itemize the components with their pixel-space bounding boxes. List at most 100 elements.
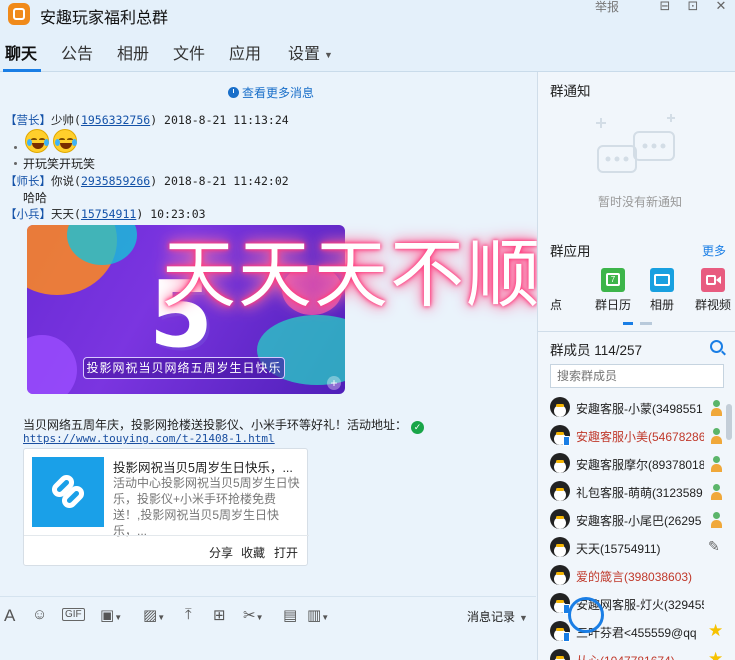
link-card-description: 活动中心投影网祝当贝5周岁生日快乐，投影仪+小米手环抢楼免费送！,投影网祝当贝5… — [113, 476, 300, 538]
app-item-video[interactable]: 群视频 — [688, 268, 735, 313]
font-icon[interactable]: A — [4, 606, 15, 626]
promo-message-body: 当贝网络五周年庆，投影网抢楼送投影仪、小米手环等好礼！活动地址： — [23, 418, 408, 432]
avatar — [550, 565, 570, 585]
more-tools-icon[interactable]: ▥▼ — [307, 606, 329, 624]
image-icon[interactable]: ▨▼ — [143, 606, 165, 624]
admin-person-icon — [708, 399, 726, 417]
admin-person-icon — [708, 427, 726, 445]
member-row[interactable]: 从心(1047781674) ★ — [550, 646, 730, 660]
photo-icon — [650, 268, 674, 292]
apps-page-indicator[interactable] — [640, 322, 652, 325]
tab-chat[interactable]: 聊天 — [5, 40, 37, 64]
member-role: 【师长】 — [5, 174, 51, 188]
sender-name[interactable]: 天天 — [51, 207, 74, 221]
admin-person-icon — [708, 455, 726, 473]
right-sidebar: 群通知 暂时没有新通知 群应用 更多 点 7 群日历 相册 群视频 群成员 114… — [537, 72, 735, 660]
app-item-label: 点 — [549, 298, 562, 312]
mobile-online-icon — [563, 436, 570, 446]
gift-box-icon[interactable]: ▣▼ — [100, 606, 122, 624]
minimize-icon[interactable]: ⊟ — [654, 0, 676, 14]
edit-icon[interactable]: ✎ — [708, 538, 726, 557]
star-icon: ★ — [708, 621, 724, 640]
tab-settings[interactable]: 设置 ▼ — [288, 40, 333, 64]
maximize-icon[interactable]: ⊡ — [682, 0, 704, 14]
link-preview-card[interactable]: 投影网祝当贝5周岁生日快乐，... 活动中心投影网祝当贝5周岁生日快乐，投影仪+… — [23, 448, 309, 566]
chevron-down-icon: ▼ — [324, 49, 333, 60]
member-search-input[interactable] — [550, 364, 724, 388]
message-history-label: 消息记录 — [467, 610, 516, 624]
sender-name[interactable]: 你说 — [51, 174, 74, 188]
admin-person-icon — [708, 511, 726, 529]
sender-qq-link[interactable]: 1956332756 — [81, 113, 150, 127]
tab-files[interactable]: 文件 — [173, 40, 205, 64]
apps-more-link[interactable]: 更多 — [702, 242, 726, 259]
tab-apps[interactable]: 应用 — [229, 40, 261, 64]
group-members-title: 群成员 114/257 — [550, 339, 642, 359]
message-history-button[interactable]: 消息记录 ▼ — [467, 608, 528, 625]
member-row[interactable]: 礼包客服-萌萌(3123589 — [550, 478, 730, 506]
avatar — [550, 537, 570, 557]
sender-name[interactable]: 少帅 — [51, 113, 74, 127]
banner-decoration — [27, 335, 77, 394]
favorite-button[interactable]: 收藏 — [241, 544, 265, 561]
group-apps-title: 群应用 — [550, 244, 591, 259]
member-row[interactable]: 爱的箴言(398038603) — [550, 562, 730, 590]
bullet-dot — [14, 162, 17, 165]
emoji-icon[interactable]: ☺ — [32, 606, 47, 623]
app-item-calendar[interactable]: 7 群日历 — [588, 268, 638, 313]
member-row[interactable]: 安趣客服-小尾巴(26295 — [550, 506, 730, 534]
open-button[interactable]: 打开 — [274, 544, 298, 561]
member-row[interactable]: 安趣客服摩尔(89378018 — [550, 450, 730, 478]
link-card-title: 投影网祝当贝5周岁生日快乐，... — [113, 461, 293, 475]
app-item-album[interactable]: 相册 — [637, 268, 687, 313]
message-header: 【师长】你说(2935859266) 2018-8-21 11:42:02 — [5, 174, 289, 188]
member-name: 从心(1047781674) — [576, 652, 704, 660]
view-more-messages-link[interactable]: 查看更多消息 — [228, 84, 314, 101]
member-role: 【营长】 — [5, 113, 51, 127]
qq-group-logo-icon — [8, 3, 30, 25]
divider — [538, 331, 735, 332]
upload-icon[interactable]: ⤒ — [185, 606, 192, 623]
window-title: 安趣玩家福利总群 — [40, 10, 169, 27]
calendar-icon: 7 — [601, 268, 625, 292]
tab-settings-label: 设置 — [288, 46, 321, 63]
sender-qq-link[interactable]: 2935859266 — [81, 174, 150, 188]
member-name: 安趣客服小美(54678286 — [576, 430, 704, 444]
sender-qq-link[interactable]: 15754911 — [81, 207, 136, 221]
message-text: 开玩笑开玩笑 — [23, 157, 96, 171]
app-item-label: 群视频 — [694, 298, 731, 312]
overlay-caption: 天天天不顺 — [162, 232, 542, 318]
app-item-partial[interactable]: 点 — [512, 268, 562, 313]
close-icon[interactable]: ✕ — [710, 0, 732, 14]
input-toolbar: A ☺ GIF ▣▼ ▨▼ ⤒ ⊞ ✂▼ ▤ ▥▼ 消息记录 ▼ — [0, 596, 536, 632]
tab-album[interactable]: 相册 — [117, 40, 149, 64]
tab-announcement[interactable]: 公告 — [61, 40, 93, 64]
member-row[interactable]: 天天(15754911) ✎ — [550, 534, 730, 562]
link-card-actions: 分享 收藏 打开 — [24, 535, 309, 566]
apps-page-indicator-active[interactable] — [623, 322, 633, 325]
scissors-icon[interactable]: ✂▼ — [243, 606, 264, 624]
mobile-online-icon — [563, 632, 570, 642]
report-link[interactable]: 举报 — [595, 0, 619, 15]
member-name: 爱的箴言(398038603) — [576, 570, 693, 584]
gif-icon[interactable]: GIF — [62, 608, 85, 621]
gift-icon[interactable]: ⊞ — [213, 606, 226, 624]
view-more-messages-label: 查看更多消息 — [242, 86, 315, 100]
member-role: 【小兵】 — [5, 207, 51, 221]
share-button[interactable]: 分享 — [209, 544, 233, 561]
zoom-icon[interactable]: + — [327, 376, 341, 390]
promo-url-link[interactable]: https://www.touying.com/t-21408-1.html — [23, 432, 275, 445]
avatar — [550, 453, 570, 473]
red-packet-icon[interactable]: ▤ — [283, 606, 297, 624]
avatar — [550, 649, 570, 660]
member-name: 安趣客服-小尾巴(26295 — [576, 514, 702, 528]
laugh-cry-emoji-icon — [25, 129, 49, 153]
title-bar: 安趣玩家福利总群 举报 ⊟ ⊡ ✕ — [0, 0, 735, 30]
member-row[interactable]: 安趣客服小美(54678286 — [550, 422, 730, 450]
message-time: 2018-8-21 11:13:24 — [164, 113, 289, 127]
group-notice-title: 群通知 — [550, 84, 591, 99]
search-icon[interactable] — [710, 340, 723, 353]
message-time: 2018-8-21 11:42:02 — [164, 174, 289, 188]
member-row[interactable]: 安趣客服-小蒙(3498551 — [550, 394, 730, 422]
video-icon — [701, 268, 725, 292]
